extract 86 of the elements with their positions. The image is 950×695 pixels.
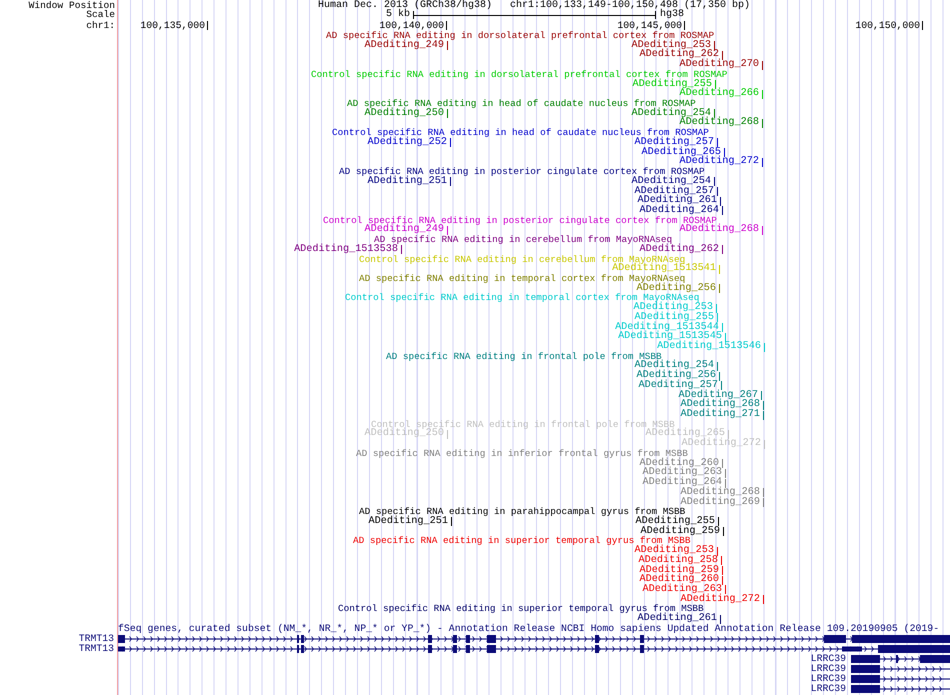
feature-mark xyxy=(762,60,763,70)
row-label: chr1: xyxy=(86,20,115,31)
feature-label: ADediting_251 xyxy=(368,516,448,527)
gene-label: LRRC39 xyxy=(810,672,846,684)
feature-label: ADediting_264 xyxy=(640,204,719,216)
feature-mark xyxy=(447,226,448,235)
feature-mark xyxy=(719,284,720,294)
feature-label: ADediting_258 xyxy=(638,554,718,566)
track-title: AD specific RNA editing in temporal cortex from MayoRNAseq xyxy=(359,272,686,284)
feature-mark xyxy=(762,158,763,167)
ruler-tick-label: 100,150,000 xyxy=(855,20,920,31)
feature-label: ADediting_262 xyxy=(640,244,719,255)
feature-label: ADediting_272 xyxy=(682,438,761,450)
feature-mark xyxy=(447,109,448,118)
feature-label: ADediting_257 xyxy=(638,380,718,391)
track-title: Control specific RNA editing in temporal cortex from MayoRNAseq xyxy=(345,292,700,304)
feature-label: ADediting_259 xyxy=(640,526,720,537)
gene-label: LRRC39 xyxy=(810,682,846,694)
feature-label: ADediting_256 xyxy=(636,282,716,294)
track-title: AD specific RNA editing in cerebellum from MayoRNAseq xyxy=(374,234,672,246)
feature-label: ADediting_254 xyxy=(632,176,711,187)
row-label: Window Position xyxy=(28,1,115,11)
ruler-tick xyxy=(684,21,685,30)
feature-mark xyxy=(714,109,715,118)
feature-mark xyxy=(447,430,448,439)
feature-label: ADediting_263 xyxy=(642,584,722,595)
feature-label: ADediting_251 xyxy=(368,176,447,187)
feature-mark xyxy=(720,614,721,624)
feature-mark xyxy=(728,430,729,439)
feature-mark xyxy=(762,90,763,99)
feature-label: ADediting_254 xyxy=(632,108,711,119)
feature-mark xyxy=(447,41,448,50)
gene-label: LRRC39 xyxy=(810,652,846,664)
ruler-tick xyxy=(922,21,923,30)
track-title: AD specific RNA editing in dorsolateral prefrontal cortex from ROSMAP xyxy=(326,30,714,41)
feature-label: ADediting_1513538 xyxy=(294,244,398,255)
feature-label: ADediting_1513546 xyxy=(657,341,761,352)
feature-mark xyxy=(719,264,720,274)
feature-label: ADediting_250 xyxy=(364,108,444,119)
feature-label: ADediting_250 xyxy=(364,428,444,440)
gene-label: LRRC39 xyxy=(810,662,846,674)
feature-mark xyxy=(722,245,723,254)
feature-label: ADediting_255 xyxy=(634,312,714,323)
feature-label: ADediting_266 xyxy=(680,88,759,100)
feature-mark xyxy=(764,342,765,352)
scale-label: 5 kb xyxy=(386,9,410,20)
feature-mark xyxy=(764,440,765,449)
track-title: Control specific RNA editing in dorsolateral prefrontal cortex from ROSMAP xyxy=(311,68,728,80)
ruler-tick xyxy=(207,21,208,30)
feature-label: ADediting_252 xyxy=(368,136,447,148)
ruler-tick-label: 100,140,000 xyxy=(379,20,444,31)
feature-label: ADediting_272 xyxy=(680,156,759,168)
feature-label: ADediting_255 xyxy=(636,516,715,527)
scale-assembly: hg38 xyxy=(660,9,684,20)
feature-label: ADediting_265 xyxy=(642,146,721,158)
feature-label: ADediting_268 xyxy=(680,224,759,236)
feature-mark xyxy=(762,118,763,128)
feature-label: ADediting_249 xyxy=(364,224,444,236)
feature-mark xyxy=(401,245,402,254)
feature-mark xyxy=(450,138,451,148)
row-label: Scale xyxy=(86,9,115,20)
ruler-tick xyxy=(446,21,447,30)
feature-label: ADediting_272 xyxy=(680,594,760,605)
gene-label: TRMT13 xyxy=(78,642,114,654)
feature-mark xyxy=(451,517,452,526)
ruler-tick-label: 100,135,000 xyxy=(140,20,205,31)
feature-mark xyxy=(762,226,763,235)
feature-mark xyxy=(763,595,764,604)
feature-label: ADediting_255 xyxy=(632,78,712,90)
ruler-tick-label: 100,145,000 xyxy=(617,20,682,31)
feature-label: ADediting_259 xyxy=(640,564,719,576)
feature-label: ADediting_249 xyxy=(364,40,444,51)
feature-label: ADediting_269 xyxy=(680,496,760,508)
gene-track-title: fSeq genes, curated subset (NM_*, NR_*, NP_* or YP_*) - Annotation Release NCBI Homo sapiens Updated Annotation Release 109.20190905 (2019- xyxy=(118,622,940,634)
gene-label: TRMT13 xyxy=(78,632,114,644)
feature-label: ADediting_268 xyxy=(680,117,759,128)
feature-label: ADediting_1513541 xyxy=(612,263,716,274)
track-title: AD specific RNA editing in inferior frontal gyrus from MSBB xyxy=(356,448,688,459)
feature-label: ADediting_268 xyxy=(680,486,760,498)
feature-mark xyxy=(450,177,451,186)
feature-label: ADediting_261 xyxy=(638,613,717,624)
feature-label: ADediting_270 xyxy=(680,59,759,70)
feature-label: ADediting_257 xyxy=(634,186,714,196)
feature-label: ADediting_257 xyxy=(634,136,714,148)
feature-label: ADediting_271 xyxy=(680,409,760,420)
feature-mark xyxy=(715,80,716,90)
